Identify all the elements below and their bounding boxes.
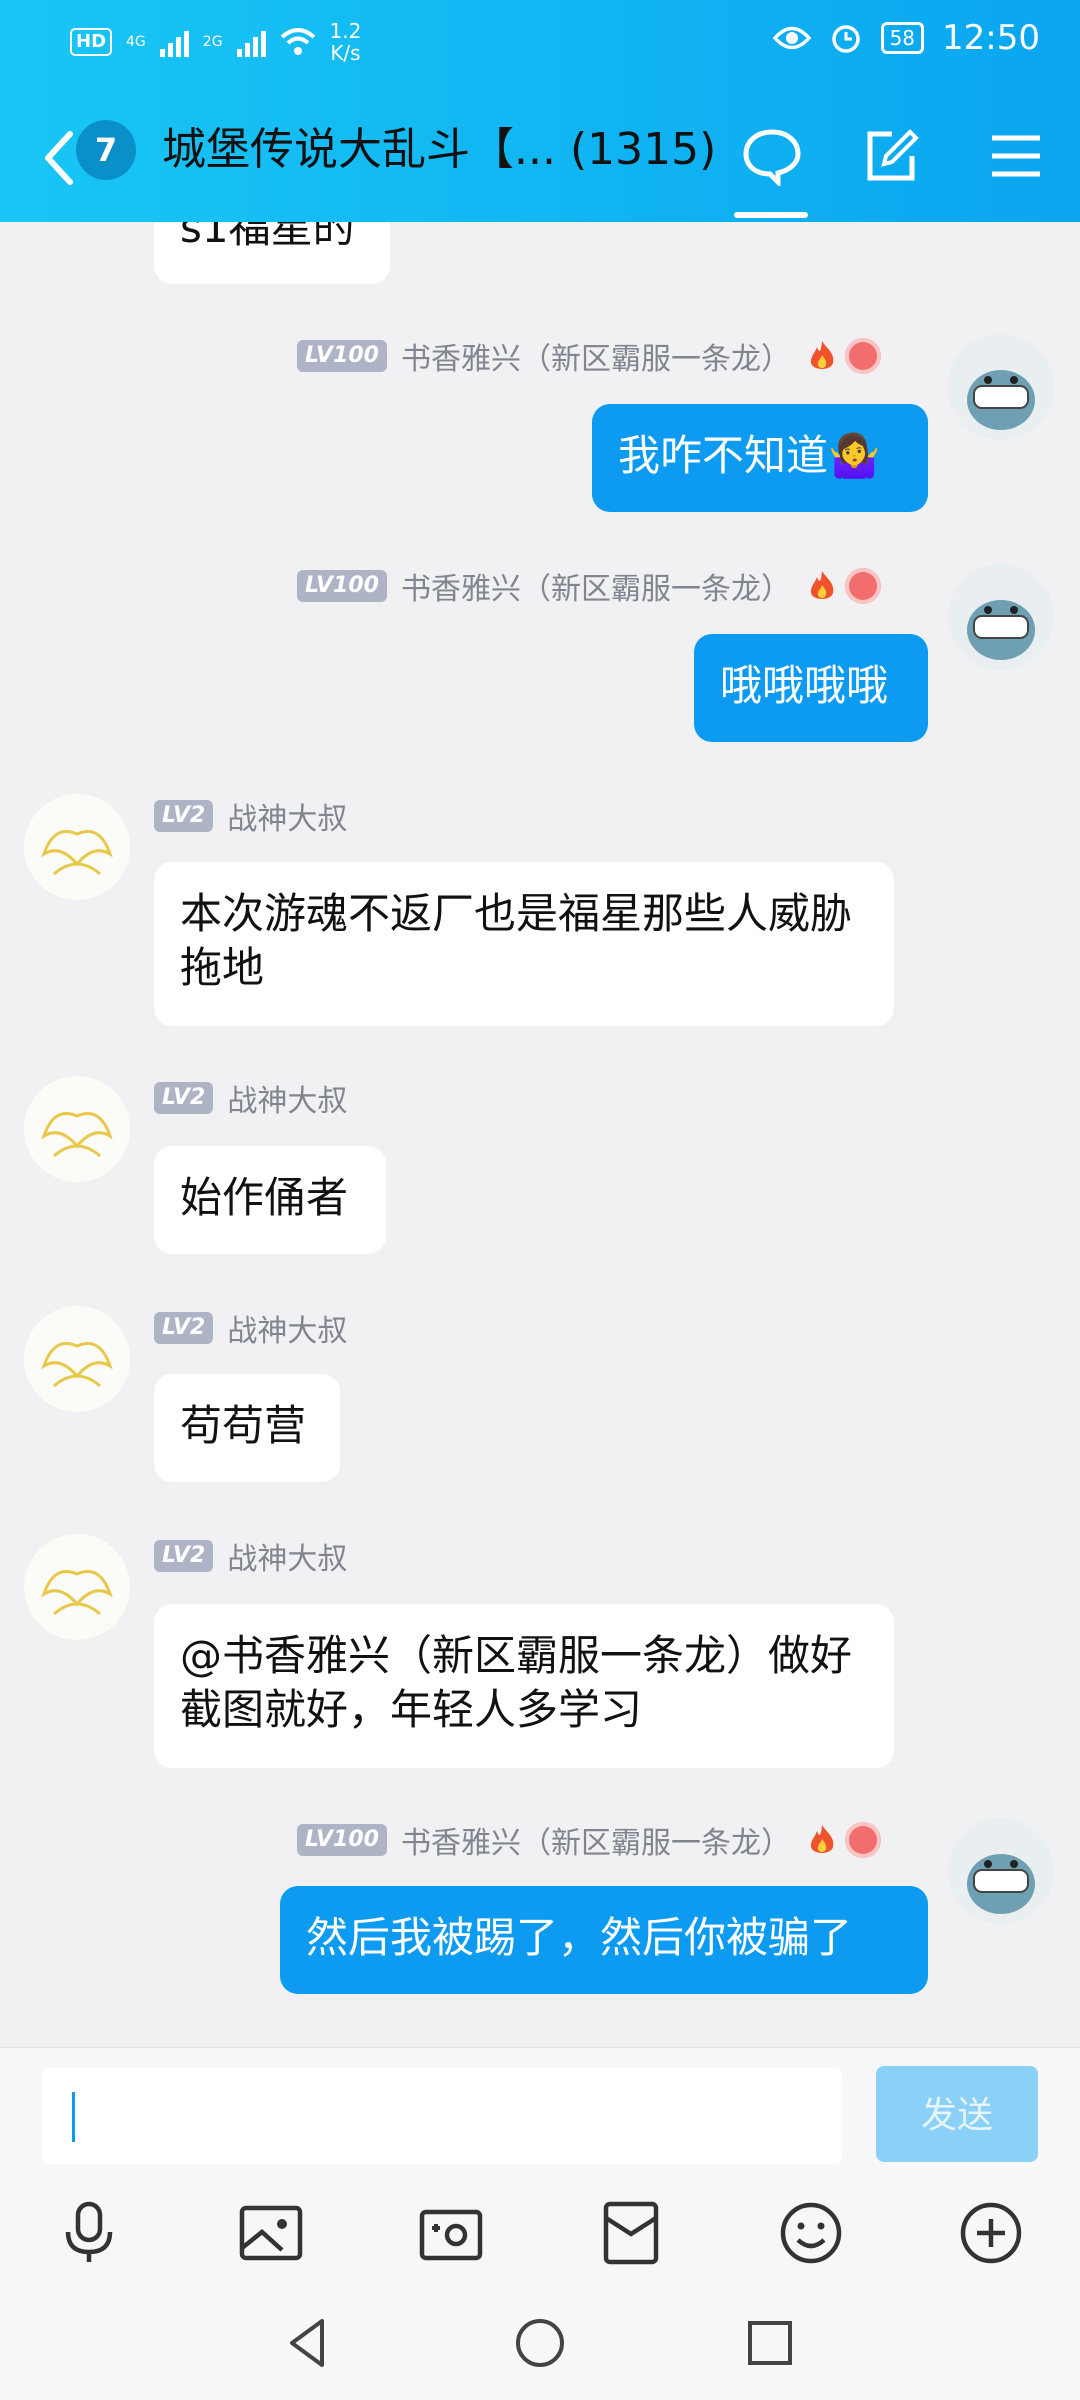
sender-meta: LV2 战神大叔 [154,1076,347,1120]
avatar-image [967,600,1035,660]
flower-icon [844,338,881,374]
level-badge: LV2 [154,800,214,832]
active-tab-indicator [734,212,808,218]
signal-icon-2 [236,27,266,57]
send-button[interactable]: 发送 [876,2066,1038,2162]
sender-meta: LV2 战神大叔 [154,1534,347,1578]
avatar[interactable] [24,1534,130,1640]
avatar[interactable] [24,1076,130,1182]
fire-icon [810,1825,834,1853]
image-icon[interactable] [236,2198,306,2268]
message-bubble[interactable]: 苟苟营 [154,1374,340,1482]
message-text: 苟苟营 [180,1401,307,1450]
message-bubble[interactable]: 我咋不知道🤷‍♀️ [592,404,928,512]
net-2g-label: 2G [202,34,223,50]
message-text: @书香雅兴（新区霸服一条龙）做好截图就好，年轻人多学习 [180,1631,853,1734]
level-badge: LV100 [297,1824,387,1856]
compose-bar: 发送 [0,2047,1080,2286]
honor-icons [805,1822,881,1858]
avatar[interactable] [948,1818,1054,1924]
avatar[interactable] [948,564,1054,670]
chat-bubble-icon[interactable] [742,126,802,186]
net-4g-label: 4G [126,34,146,50]
fire-icon [810,341,834,369]
hd-indicator: HD [70,28,113,56]
sender-name[interactable]: 书香雅兴（新区霸服一条龙） [401,564,791,608]
message-bubble[interactable]: 哦哦哦哦 [694,634,928,742]
message-text: 本次游魂不返厂也是福星那些人威胁拖地 [180,889,853,992]
wifi-icon [280,28,315,55]
avatar-image [41,1342,113,1388]
level-badge: LV100 [297,340,387,372]
message-text: 我咋不知道🤷‍♀️ [618,431,881,480]
flower-icon [844,1822,881,1858]
avatar[interactable] [24,1306,130,1412]
nav-recents-icon[interactable] [738,2311,802,2375]
status-bar: HD 4G 2G 1.2 K/s 58 12:50 [0,0,1080,92]
message-text: 始作俑者 [180,1173,349,1222]
sender-name[interactable]: 书香雅兴（新区霸服一条龙） [401,334,791,378]
avatar-image [41,830,113,876]
avatar[interactable] [24,794,130,900]
fire-icon [810,571,834,599]
sender-meta: LV100 书香雅兴（新区霸服一条龙） [297,564,881,608]
honor-icons [805,568,881,604]
avatar-image [967,370,1035,430]
level-badge: LV2 [154,1540,214,1572]
plus-icon[interactable] [956,2198,1026,2268]
sender-name[interactable]: 战神大叔 [227,1306,347,1350]
alarm-icon [831,25,860,53]
camera-icon[interactable] [416,2198,486,2268]
app-header: HD 4G 2G 1.2 K/s 58 12:50 7 城堡传说大乱斗【... (… [0,0,1080,222]
message-bubble[interactable]: 始作俑者 [154,1146,386,1254]
flower-icon [844,568,881,604]
clock: 12:50 [942,18,1040,58]
message-list[interactable]: s1福星的 LV100 书香雅兴（新区霸服一条龙） 我咋不知道🤷‍♀️ LV10… [0,222,1080,2047]
avatar-image [41,1570,113,1616]
eye-icon [772,26,811,50]
sender-name[interactable]: 战神大叔 [227,794,347,838]
menu-icon[interactable] [986,126,1046,186]
unread-count-badge[interactable]: 7 [76,120,136,180]
net-speed: 1.2 K/s [329,19,362,65]
emoji-icon[interactable] [776,2198,846,2268]
message-bubble[interactable]: 然后我被踢了，然后你被骗了 [280,1886,928,1994]
honor-icons [805,338,881,374]
edit-icon[interactable] [862,126,922,186]
text-cursor [72,2092,75,2142]
microphone-icon[interactable] [54,2198,124,2268]
message-bubble[interactable]: @书香雅兴（新区霸服一条龙）做好截图就好，年轻人多学习 [154,1604,894,1768]
signal-icon [159,27,189,57]
avatar-image [967,1854,1035,1914]
battery-indicator: 58 [880,22,925,54]
sender-name[interactable]: 书香雅兴（新区霸服一条龙） [401,1818,791,1862]
level-badge: LV100 [297,570,387,602]
sender-name[interactable]: 战神大叔 [227,1076,347,1120]
avatar-image [41,1112,113,1158]
sender-meta: LV2 战神大叔 [154,1306,347,1350]
level-badge: LV2 [154,1312,214,1344]
message-text: 然后我被踢了，然后你被骗了 [306,1913,853,1962]
sender-meta: LV2 战神大叔 [154,794,347,838]
group-title: 城堡传说大乱斗【... (1315) [162,124,717,175]
message-bubble[interactable]: s1福星的 [154,222,390,284]
message-input[interactable] [42,2068,842,2164]
nav-back-icon[interactable] [278,2311,342,2375]
system-nav-bar [0,2285,1080,2400]
sender-name[interactable]: 战神大叔 [227,1534,347,1578]
level-badge: LV2 [154,1082,214,1114]
message-text: s1福星的 [180,222,355,252]
avatar[interactable] [948,334,1054,440]
nav-home-icon[interactable] [508,2311,572,2375]
sender-meta: LV100 书香雅兴（新区霸服一条龙） [297,1818,881,1862]
message-bubble[interactable]: 本次游魂不返厂也是福星那些人威胁拖地 [154,862,894,1026]
red-packet-icon[interactable] [596,2198,666,2268]
sender-meta: LV100 书香雅兴（新区霸服一条龙） [297,334,881,378]
message-text: 哦哦哦哦 [720,661,889,710]
